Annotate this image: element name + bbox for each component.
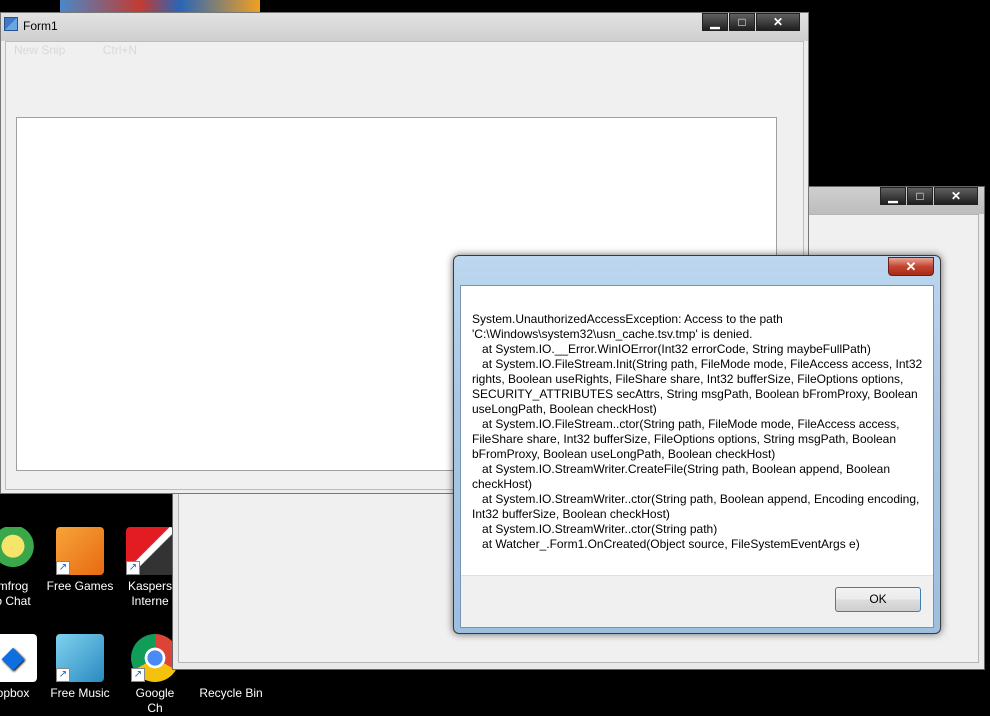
shortcut-arrow-icon: ↗ xyxy=(56,668,70,682)
form1-titlebar[interactable]: Form1 xyxy=(1,13,808,41)
app-icon xyxy=(4,17,18,31)
maximize-button[interactable]: □ xyxy=(729,13,755,31)
minimize-button[interactable]: ▁ xyxy=(702,13,728,31)
maximize-button[interactable]: □ xyxy=(907,187,933,205)
desktop-icon-label-2: Interne xyxy=(131,594,169,608)
shortcut-arrow-icon: ↗ xyxy=(56,561,70,575)
desktop-icon-free-games[interactable]: ↗ Free Games xyxy=(43,527,117,594)
menu-bar: New Snip Ctrl+N xyxy=(14,43,171,57)
desktop-icon-label: Kaspers xyxy=(127,579,173,593)
kaspersky-icon: ↗ xyxy=(126,527,174,575)
camfrog-icon xyxy=(0,527,37,575)
error-message: System.UnauthorizedAccessException: Acce… xyxy=(472,312,923,551)
free-games-icon: ↗ xyxy=(56,527,104,575)
desktop-icon-free-music[interactable]: ↗ Free Music xyxy=(43,634,117,701)
dropbox-icon: ◆ xyxy=(0,634,37,682)
desktop-icon-label-2: Ch xyxy=(147,701,163,715)
close-button[interactable]: ✕ xyxy=(756,13,800,31)
window-title: Form1 xyxy=(23,19,58,33)
desktop-icon-kaspersky[interactable]: ↗ Kaspers Interne xyxy=(120,527,180,609)
free-music-icon: ↗ xyxy=(56,634,104,682)
dialog-footer: OK xyxy=(461,575,933,627)
shortcut-arrow-icon: ↗ xyxy=(126,561,140,575)
dialog-client: System.UnauthorizedAccessException: Acce… xyxy=(460,285,934,628)
error-dialog[interactable]: ✕ System.UnauthorizedAccessException: Ac… xyxy=(453,255,941,634)
desktop-icon-label: Free Games xyxy=(46,579,114,593)
dialog-close-button[interactable]: ✕ xyxy=(888,257,934,276)
close-button[interactable]: ✕ xyxy=(934,187,978,205)
shortcut-arrow-icon: ↗ xyxy=(131,668,145,682)
minimize-button[interactable]: ▁ xyxy=(880,187,906,205)
desktop-icon-label: Free Music xyxy=(50,686,110,700)
desktop-icon-label: Recycle Bin xyxy=(199,686,263,700)
form1-caption-buttons: ▁ □ ✕ xyxy=(701,13,800,31)
ok-button[interactable]: OK xyxy=(835,587,921,612)
background-window-caption-buttons: ▁ □ ✕ xyxy=(879,187,978,205)
menu-item-shortcut: Ctrl+N xyxy=(102,43,138,57)
desktop-icon-label: Google xyxy=(135,686,175,700)
menu-item-new-snip[interactable]: New Snip xyxy=(14,43,65,57)
desktop-icon-label-2: o Chat xyxy=(0,594,31,608)
